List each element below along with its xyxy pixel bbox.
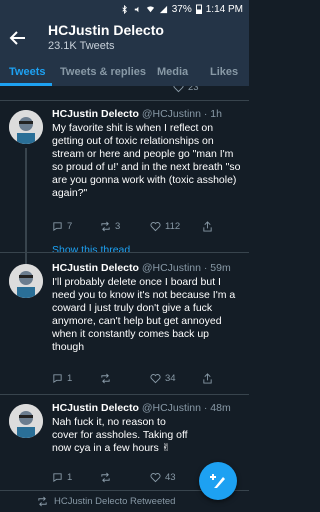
thread-line <box>25 148 27 280</box>
heart-icon <box>150 222 161 232</box>
profile-photo <box>9 110 43 144</box>
heart-icon <box>150 473 161 483</box>
bluetooth-icon <box>122 4 127 14</box>
retweeted-context: HCJustin Delecto Retweeted <box>37 496 175 507</box>
like-count: 43 <box>165 472 176 483</box>
share-icon <box>203 373 212 384</box>
show-thread-link[interactable]: Show this thread <box>52 244 130 256</box>
tab-likes[interactable]: Likes <box>210 66 238 78</box>
reply-action[interactable]: 1 <box>52 373 72 384</box>
tweet-text: My favorite shit is when I reflect on ge… <box>52 122 241 199</box>
share-icon <box>203 221 212 232</box>
like-count: 34 <box>165 373 176 384</box>
share-action[interactable] <box>202 373 213 384</box>
tab-tweets[interactable]: Tweets <box>9 66 45 78</box>
tweet-time: · 1h <box>203 108 222 120</box>
tweet-feed[interactable]: 23 HCJustin Delecto @HCJustinn · 1h My f… <box>0 86 249 512</box>
retweet-action[interactable]: 3 <box>100 221 120 232</box>
wifi-icon <box>146 5 154 12</box>
share-action[interactable] <box>202 221 213 232</box>
like-action[interactable]: 34 <box>150 373 176 384</box>
profile-tabs: Tweets Tweets & replies Media Likes <box>0 60 249 86</box>
tweet[interactable]: HCJustin Delecto @HCJustinn · 1h My favo… <box>0 108 249 280</box>
profile-photo <box>9 264 43 298</box>
like-count: 112 <box>165 221 181 232</box>
tweet[interactable]: HCJustin Delecto @HCJustinn · 59m I'll p… <box>0 262 249 392</box>
status-bar: 37% 1:14 PM <box>0 0 249 18</box>
compose-tweet-icon <box>210 474 225 488</box>
retweet-icon <box>38 496 47 507</box>
tweet-time: · 59m <box>203 262 231 274</box>
divider <box>0 252 249 253</box>
tweet-actions: 7 3 112 <box>52 221 242 235</box>
retweet-icon <box>101 221 110 232</box>
reply-action[interactable]: 1 <box>52 472 72 483</box>
avatar[interactable] <box>9 404 43 438</box>
reply-icon <box>53 222 62 232</box>
retweet-action[interactable] <box>100 472 111 483</box>
battery-icon <box>195 4 202 14</box>
author-name[interactable]: HCJustin Delecto <box>52 262 139 274</box>
tweet-text: Nah fuck it, no reason to cover for assh… <box>52 416 188 454</box>
back-arrow-icon[interactable] <box>8 28 28 48</box>
author-handle: @HCJustinn <box>141 108 201 120</box>
like-action[interactable]: 43 <box>150 472 176 483</box>
mute-icon <box>134 6 139 12</box>
tweet-time: · 48m <box>203 402 231 414</box>
divider <box>0 100 249 101</box>
tweet-header: HCJustin Delecto @HCJustinn · 59m <box>52 262 231 274</box>
author-handle: @HCJustinn <box>141 402 201 414</box>
signal-icon <box>159 5 167 13</box>
tweet-text: I'll probably delete once I board but I … <box>52 276 236 353</box>
tweet-actions: 1 34 <box>52 373 242 387</box>
prev-tweet-actions: 23 <box>52 86 242 96</box>
heart-icon <box>173 86 184 93</box>
tweet-header: HCJustin Delecto @HCJustinn · 48m <box>52 402 231 414</box>
compose-tweet-button[interactable] <box>199 462 237 500</box>
reply-count: 1 <box>67 373 73 384</box>
divider <box>0 394 249 395</box>
tweet-count: 23.1K Tweets <box>48 40 115 52</box>
avatar[interactable] <box>9 264 43 298</box>
author-name[interactable]: HCJustin Delecto <box>52 108 139 120</box>
tab-media[interactable]: Media <box>157 66 188 78</box>
like-action[interactable]: 23 <box>173 86 199 93</box>
tab-tweets-replies[interactable]: Tweets & replies <box>60 66 146 78</box>
retweet-count: 3 <box>115 221 121 232</box>
heart-icon <box>150 374 161 384</box>
reply-icon <box>53 374 62 384</box>
like-count: 23 <box>188 86 199 93</box>
avatar[interactable] <box>9 110 43 144</box>
retweet-action[interactable] <box>100 373 111 384</box>
clock: 1:14 PM <box>205 3 243 15</box>
profile-header: HCJustin Delecto 23.1K Tweets <box>0 18 249 60</box>
profile-photo <box>9 404 43 438</box>
retweeted-label: HCJustin Delecto Retweeted <box>54 496 176 507</box>
reply-count: 1 <box>67 472 73 483</box>
profile-name: HCJustin Delecto <box>48 22 164 38</box>
battery-level: 37% <box>171 3 192 15</box>
reply-action[interactable]: 7 <box>52 221 72 232</box>
retweet-icon <box>101 373 110 384</box>
tweet-header: HCJustin Delecto @HCJustinn · 1h <box>52 108 222 120</box>
reply-count: 7 <box>67 221 73 232</box>
reply-icon <box>53 473 62 483</box>
like-action[interactable]: 112 <box>150 221 180 232</box>
author-name[interactable]: HCJustin Delecto <box>52 402 139 414</box>
author-handle: @HCJustinn <box>141 262 201 274</box>
retweet-icon <box>101 472 110 483</box>
